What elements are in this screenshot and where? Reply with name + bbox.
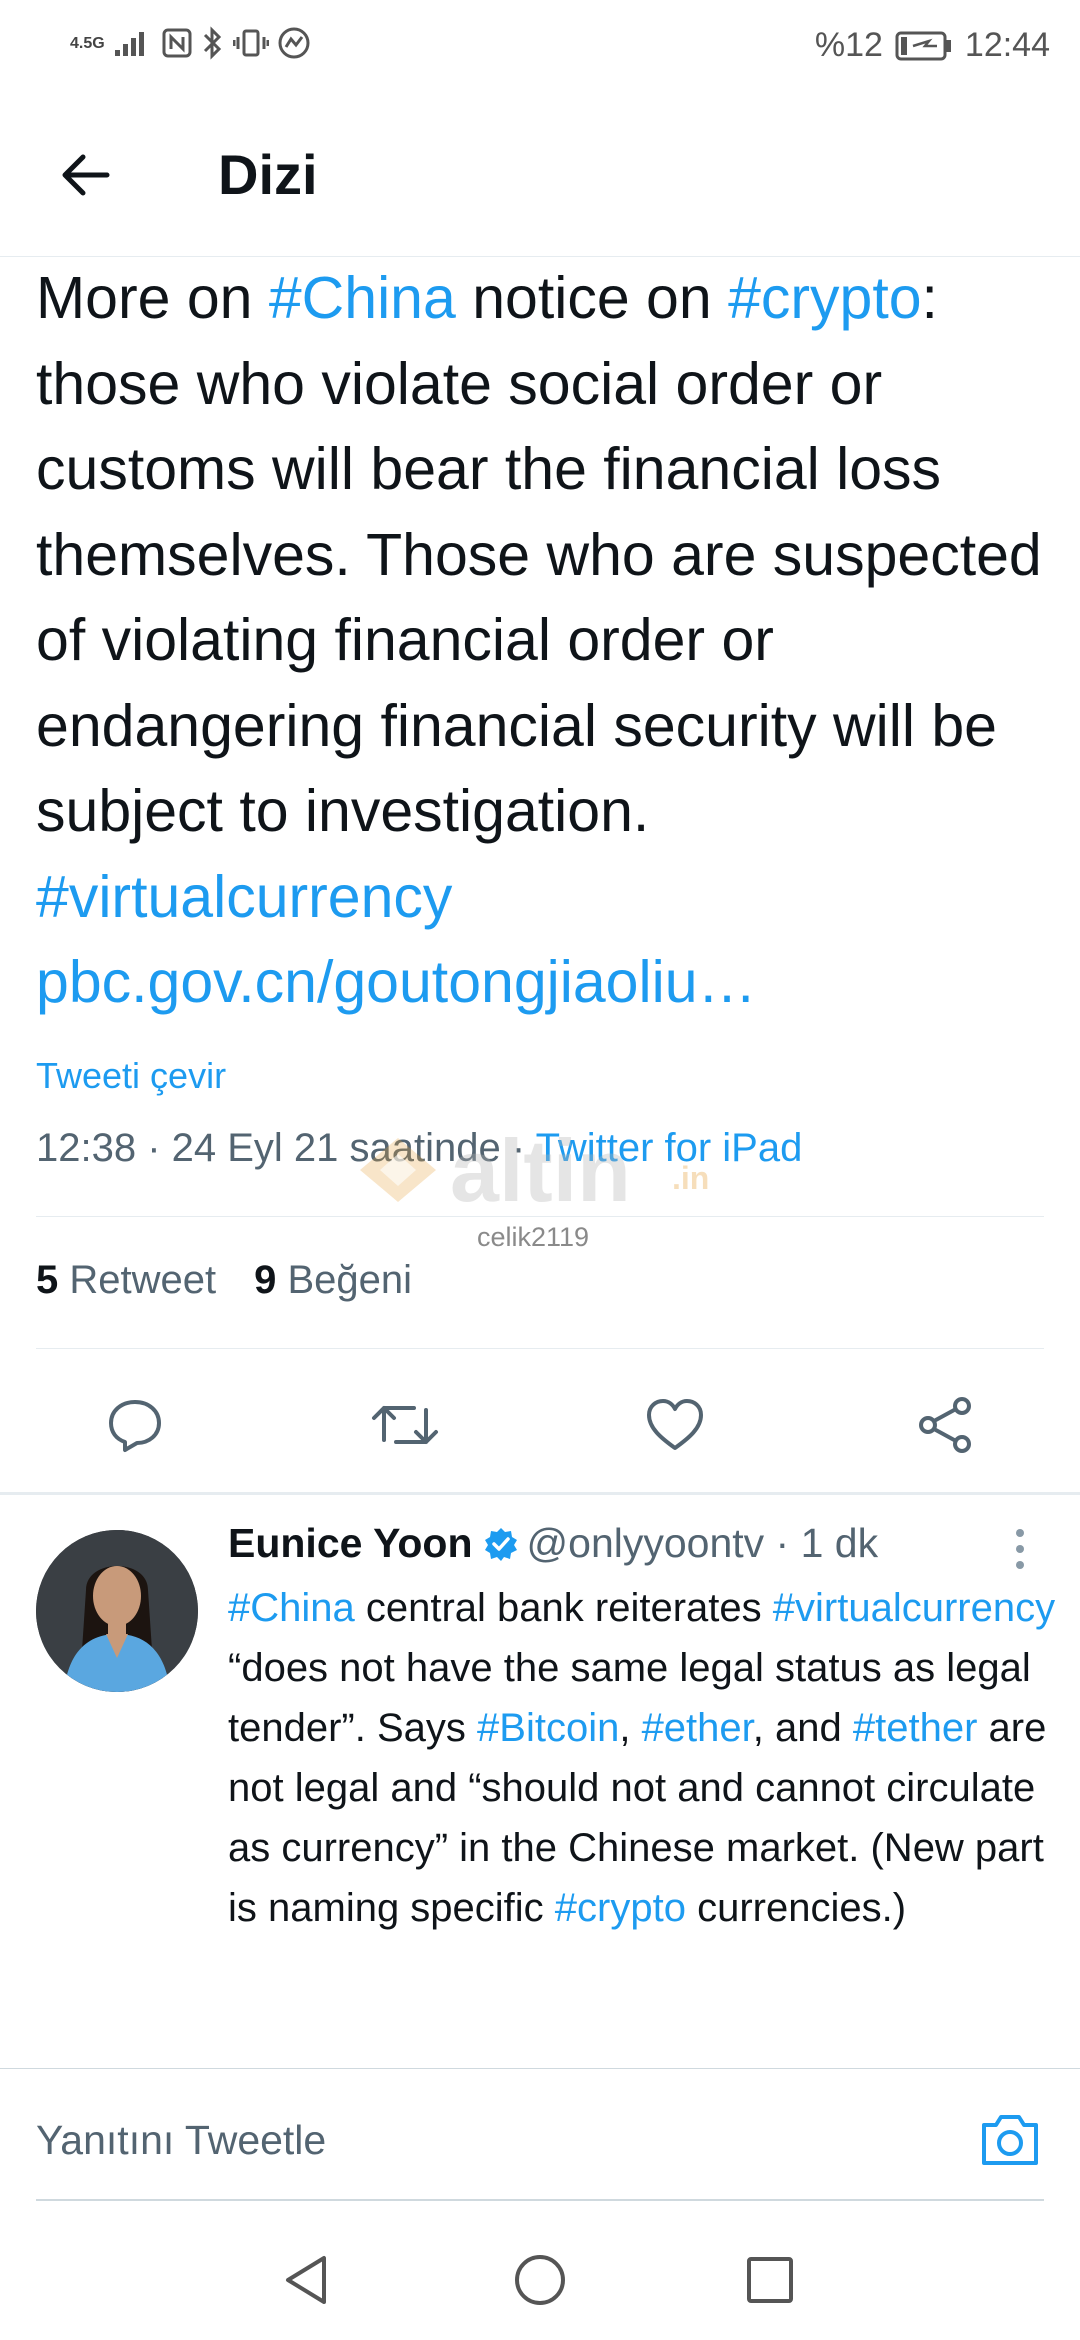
- triangle-back-icon: [286, 2256, 326, 2304]
- tweet-text-part: More on: [36, 265, 269, 331]
- divider: [36, 1348, 1044, 1349]
- circle-home-icon: [515, 2255, 565, 2305]
- reply-text-part: currencies.): [685, 1886, 907, 1930]
- hashtag-link[interactable]: #China: [228, 1586, 355, 1630]
- camera-icon: [982, 2115, 1038, 2165]
- network-type: 4.5G: [70, 34, 105, 52]
- page-title: Dizi: [218, 143, 318, 206]
- url-link[interactable]: pbc.gov.cn/goutongjiaoliu…: [36, 949, 757, 1015]
- tweet-text-part: : those who violate social order or cust…: [36, 265, 1042, 844]
- status-icons-right: %12 12:44: [815, 26, 1050, 65]
- tweet-actions: [0, 1380, 1080, 1480]
- signal-icon: [114, 32, 144, 56]
- nfc-icon: [162, 28, 192, 58]
- like-button[interactable]: [630, 1380, 720, 1470]
- reply-author-name[interactable]: Eunice Yoon: [228, 1520, 473, 1567]
- retweet-button[interactable]: [360, 1380, 450, 1470]
- hashtag-link[interactable]: #virtualcurrency: [773, 1586, 1055, 1630]
- share-button[interactable]: [900, 1380, 990, 1470]
- vibrate-icon: [232, 29, 269, 57]
- tweet-timestamp: 12:38 · 24 Eyl 21 saatinde ·: [36, 1126, 536, 1170]
- system-nav-bar: [0, 2210, 1080, 2340]
- reply-text-part: , and: [752, 1706, 853, 1750]
- more-vertical-icon: [1016, 1529, 1024, 1569]
- reply-text-part: central bank reiterates: [354, 1586, 773, 1630]
- bluetooth-icon: [203, 26, 221, 60]
- square-recents-icon: [747, 2257, 793, 2303]
- retweet-stat[interactable]: 5 Retweet: [36, 1258, 216, 1303]
- hashtag-link[interactable]: #tether: [853, 1706, 978, 1750]
- like-label: Beğeni: [287, 1258, 413, 1302]
- status-bar: 4.5G %12 12:44: [0, 0, 1080, 92]
- hashtag-link[interactable]: #China: [269, 265, 456, 331]
- tweet-text: More on #China notice on #crypto: those …: [36, 256, 1056, 1026]
- reply-button[interactable]: [90, 1380, 180, 1470]
- avatar[interactable]: [36, 1530, 198, 1692]
- hashtag-link[interactable]: #crypto: [555, 1886, 686, 1930]
- watermark-user: celik2119: [477, 1222, 590, 1252]
- tweet-text-part: notice on: [455, 265, 729, 331]
- avatar-image: [36, 1530, 198, 1692]
- heart-icon: [647, 1399, 703, 1450]
- tweet-stats: 5 Retweet 9 Beğeni: [36, 1258, 412, 1303]
- like-count: 9: [254, 1258, 277, 1302]
- app-notification-icon: [278, 27, 310, 59]
- verified-badge-icon: [483, 1526, 519, 1562]
- retweet-count: 5: [36, 1258, 59, 1302]
- like-stat[interactable]: 9 Beğeni: [254, 1258, 412, 1303]
- battery-icon: [895, 31, 951, 60]
- hashtag-link[interactable]: #ether: [642, 1706, 753, 1750]
- tweet-source-link[interactable]: Twitter for iPad: [536, 1126, 803, 1170]
- reply-header: Eunice Yoon @onlyyoontv · 1 dk: [228, 1520, 1028, 1567]
- composer-underline: [36, 2199, 1044, 2201]
- nav-recents-button[interactable]: [740, 2250, 800, 2310]
- hashtag-link[interactable]: #Bitcoin: [477, 1706, 619, 1750]
- nav-home-button[interactable]: [510, 2250, 570, 2310]
- nav-back-button[interactable]: [278, 2250, 338, 2310]
- translate-tweet-link[interactable]: Tweeti çevir: [36, 1055, 226, 1097]
- reply-icon: [109, 1400, 161, 1452]
- reply-text-part: ,: [619, 1706, 642, 1750]
- hashtag-link[interactable]: #crypto: [728, 265, 921, 331]
- battery-percent: %12: [814, 26, 883, 64]
- reply-handle-time: @onlyyoontv · 1 dk: [526, 1520, 879, 1566]
- top-bar: Dizi: [0, 92, 1080, 257]
- divider: [36, 1216, 1044, 1217]
- tweet-meta: 12:38 · 24 Eyl 21 saatinde · Twitter for…: [36, 1126, 802, 1171]
- reply-composer: Yanıtını Tweetle: [0, 2068, 1080, 2208]
- arrow-left-icon: [62, 154, 110, 196]
- clock: 12:44: [964, 26, 1050, 64]
- camera-button[interactable]: [978, 2109, 1042, 2169]
- retweet-label: Retweet: [69, 1258, 217, 1302]
- reply-text: #China central bank reiterates #virtualc…: [228, 1578, 1058, 1938]
- more-options-button[interactable]: [1000, 1525, 1040, 1575]
- retweet-icon: [372, 1406, 438, 1444]
- status-icons-left: 4.5G: [70, 26, 311, 60]
- share-icon: [919, 1397, 971, 1453]
- reply-input[interactable]: Yanıtını Tweetle: [36, 2117, 326, 2164]
- back-button[interactable]: [40, 130, 130, 220]
- section-divider: [0, 1492, 1080, 1495]
- hashtag-link[interactable]: #virtualcurrency: [36, 864, 452, 930]
